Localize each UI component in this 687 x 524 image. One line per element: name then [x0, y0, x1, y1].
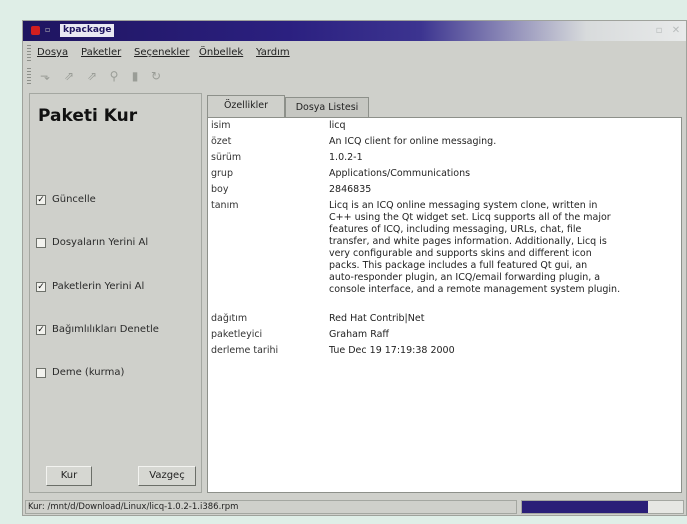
menubar-grip-icon[interactable] [27, 45, 31, 61]
menu-yardim[interactable]: Yardım [256, 47, 290, 58]
checkbox-check-dependencies[interactable]: ✓ [36, 325, 46, 335]
property-key: isim [211, 120, 231, 131]
toolbar-grip-icon[interactable] [27, 68, 31, 84]
menu-paketler[interactable]: Paketler [81, 47, 121, 58]
property-key: derleme tarihi [211, 345, 279, 356]
find-icon[interactable]: ⚲ [106, 68, 122, 84]
option-check-dependencies-label: Bağımlılıkları Denetle [52, 324, 159, 335]
option-test-label: Deme (kurma) [52, 367, 125, 378]
property-value: An ICQ client for online messaging. [329, 136, 497, 147]
option-replace-packages-label: Paketlerin Yerini Al [52, 281, 145, 292]
status-bar: Kur: /mnt/d/Download/Linux/licq-1.0.2-1.… [23, 499, 686, 515]
reload-icon[interactable]: ↻ [148, 68, 164, 84]
status-text: Kur: /mnt/d/Download/Linux/licq-1.0.2-1.… [25, 500, 517, 514]
cancel-button[interactable]: Vazgeç [138, 466, 196, 486]
install-panel: Paketi Kur ✓ Güncelle Dosyaların Yerini … [29, 93, 202, 493]
menu-dosya[interactable]: Dosya [37, 47, 68, 58]
property-value: 2846835 [329, 184, 372, 195]
uninstall-icon[interactable]: ⇗ [84, 68, 100, 84]
title-bar[interactable]: ▫ kpackage ▫ ✕ [23, 21, 686, 41]
install-button[interactable]: Kur [46, 466, 92, 486]
menu-bar: Dosya Paketler Seçenekler Önbellek Yardı… [23, 43, 686, 63]
progress-bar [521, 500, 684, 514]
open-icon[interactable]: ⬎ [37, 68, 53, 84]
checkbox-replace-files[interactable] [36, 238, 46, 248]
close-icon[interactable] [31, 26, 40, 35]
window-menu-icon[interactable]: ▫ [45, 25, 55, 35]
property-key: boy [211, 184, 229, 195]
property-value: 1.0.2-1 [329, 152, 363, 163]
maximize-icon[interactable]: ✕ [670, 25, 682, 37]
property-key: dağıtım [211, 313, 248, 324]
option-replace-files-label: Dosyaların Yerini Al [52, 237, 149, 248]
property-key: sürüm [211, 152, 242, 163]
checkbox-update[interactable]: ✓ [36, 195, 46, 205]
property-value: Red Hat Contrib|Net [329, 313, 425, 324]
kpackage-window: ▫ kpackage ▫ ✕ Dosya Paketler Seçenekler… [22, 20, 687, 516]
property-key: tanım [211, 200, 239, 211]
tab-file-list[interactable]: Dosya Listesi [285, 97, 369, 117]
window-title: kpackage [60, 24, 115, 37]
option-update-label: Güncelle [52, 194, 96, 205]
property-key: grup [211, 168, 233, 179]
minimize-icon[interactable]: ▫ [653, 25, 665, 37]
property-value: Licq is an ICQ online messaging system c… [329, 200, 621, 295]
property-key: özet [211, 136, 232, 147]
checkbox-replace-packages[interactable]: ✓ [36, 282, 46, 292]
property-key: paketleyici [211, 329, 263, 340]
property-value: licq [329, 120, 346, 131]
menu-secenekler[interactable]: Seçenekler [134, 47, 189, 58]
checkbox-test[interactable] [36, 368, 46, 378]
progress-fill [522, 501, 648, 513]
property-value: Tue Dec 19 17:19:38 2000 [329, 345, 455, 356]
property-value: Graham Raff [329, 329, 389, 340]
property-value: Applications/Communications [329, 168, 471, 179]
tab-properties[interactable]: Özellikler [207, 95, 285, 117]
install-icon[interactable]: ⇗ [61, 68, 77, 84]
properties-table: isim licq özet An ICQ client for online … [207, 117, 682, 493]
toolbar: ⬎ ⇗ ⇗ ⚲ ▮ ↻ [23, 65, 686, 87]
menu-onbellek[interactable]: Önbellek [199, 47, 243, 58]
list-icon[interactable]: ▮ [127, 68, 143, 84]
panel-title: Paketi Kur [38, 106, 138, 126]
